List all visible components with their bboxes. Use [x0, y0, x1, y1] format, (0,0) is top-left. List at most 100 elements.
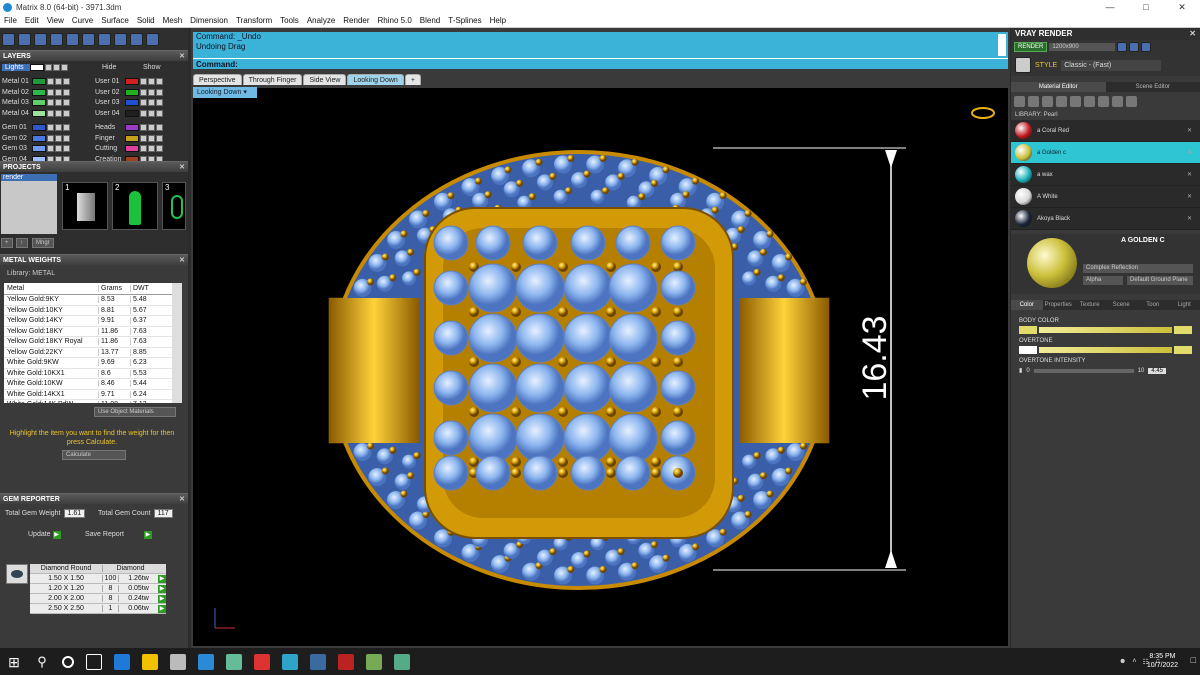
chevron-up-icon[interactable]: ˄ [1132, 658, 1136, 665]
render-button[interactable]: RENDER [1014, 42, 1048, 52]
layer-row[interactable]: Metal 03 [2, 98, 71, 107]
tab-looking-down[interactable]: Looking Down [347, 74, 404, 85]
layer-row[interactable]: Cutting [95, 144, 164, 153]
funnel-icon[interactable] [66, 32, 79, 46]
table-row[interactable]: 2.00 X 2.00 8 0.24tw ▶ [30, 594, 166, 604]
app-icon[interactable] [394, 653, 410, 670]
layer-color-swatch[interactable] [32, 99, 46, 106]
ground-plane-option[interactable]: Default Ground Plane [1127, 276, 1193, 285]
layer-row[interactable]: Metal 04 [2, 109, 71, 118]
menu-view[interactable]: View [43, 16, 68, 25]
play-icon[interactable]: ▶ [158, 574, 166, 583]
table-row[interactable]: White Gold:10KX1 8.6 5.53 [4, 369, 172, 379]
add-tab-button[interactable]: + [404, 74, 421, 85]
menu-dimension[interactable]: Dimension [186, 16, 232, 25]
menu-render[interactable]: Render [339, 16, 373, 25]
show-button[interactable]: Show [143, 63, 161, 72]
tab-color[interactable]: Color [1011, 300, 1043, 310]
visible-icon[interactable] [47, 124, 54, 131]
lock-icon[interactable] [55, 99, 62, 106]
select-icon[interactable] [156, 124, 163, 131]
render-icon[interactable] [114, 32, 127, 46]
menu-blend[interactable]: Blend [416, 16, 444, 25]
save-report-button[interactable]: Save Report ▶ [85, 531, 152, 539]
edge-icon[interactable] [114, 653, 130, 670]
table-row[interactable]: Yellow Gold:18KY Royal 11.86 7.63 [4, 337, 172, 348]
menu-transform[interactable]: Transform [232, 16, 276, 25]
menu-tsplines[interactable]: T-Splines [444, 16, 485, 25]
material-item[interactable]: a wax ✕ [1011, 164, 1200, 186]
lock-icon[interactable] [53, 64, 60, 71]
sphere-icon[interactable] [18, 32, 31, 46]
view-icon[interactable] [130, 32, 143, 46]
settings-icon[interactable] [1117, 42, 1128, 52]
table-row[interactable]: Yellow Gold:14KY 9.91 6.37 [4, 316, 172, 327]
notification-icon[interactable]: □ [1191, 655, 1196, 665]
col-grams[interactable]: Grams [98, 285, 130, 292]
select-icon[interactable] [63, 124, 70, 131]
select-icon[interactable] [63, 109, 70, 117]
cube-icon[interactable] [50, 32, 63, 46]
maximize-icon[interactable]: □ [1128, 0, 1164, 14]
body-color-track[interactable] [1039, 327, 1172, 333]
table-row[interactable]: 1.20 X 1.20 8 0.05tw ▶ [30, 584, 166, 594]
layer-color-swatch[interactable] [125, 78, 139, 85]
metal-table-scrollbar[interactable] [172, 283, 182, 403]
viewport[interactable]: 16.43 [193, 88, 1008, 646]
select-icon[interactable] [63, 78, 70, 85]
lock-icon[interactable] [55, 124, 62, 131]
minimize-icon[interactable]: — [1092, 0, 1128, 14]
visible-icon[interactable] [140, 78, 147, 85]
layer-row[interactable]: Gem 01 [2, 123, 71, 132]
intensity-value[interactable]: 4.45 [1148, 367, 1167, 374]
close-icon[interactable]: ✕ [1187, 171, 1192, 178]
layer-row[interactable]: User 01 [95, 77, 164, 86]
close-icon[interactable]: ✕ [1187, 149, 1192, 156]
clock[interactable]: 8:35 PM 10/7/2022 [1147, 652, 1178, 670]
project-list[interactable]: render [1, 174, 57, 234]
close-icon[interactable]: ✕ [1187, 215, 1192, 222]
lock-icon[interactable] [148, 134, 155, 142]
layer-color-swatch[interactable] [32, 109, 46, 117]
overtone-swatch[interactable] [1019, 346, 1037, 354]
overtone-swatch-2[interactable] [1174, 346, 1192, 354]
layer-color-swatch[interactable] [125, 145, 139, 152]
close-icon[interactable]: ✕ [1187, 193, 1192, 200]
body-color-slider[interactable] [1019, 326, 1192, 334]
table-row[interactable]: 1.50 X 1.50 100 1.26tw ▶ [30, 574, 166, 584]
project-thumb-3[interactable]: 3 [162, 182, 186, 230]
tab-toon[interactable]: Toon [1137, 300, 1169, 310]
visible-icon[interactable] [47, 78, 54, 85]
select-icon[interactable] [156, 145, 163, 152]
overtone-track[interactable] [1039, 347, 1172, 353]
tab-through-finger[interactable]: Through Finger [242, 74, 303, 85]
visible-icon[interactable] [140, 134, 147, 142]
visible-icon[interactable] [140, 109, 147, 117]
lock-icon[interactable] [148, 88, 155, 96]
table-row[interactable]: White Gold:14KX1 9.71 6.24 [4, 390, 172, 400]
table-row[interactable]: Yellow Gold:9KY 8.53 5.48 [4, 295, 172, 306]
project-item[interactable]: render [1, 174, 57, 181]
app-icon[interactable] [282, 653, 298, 670]
lights-swatch[interactable] [30, 64, 44, 71]
lights-row[interactable]: Lights [2, 63, 69, 72]
layer-color-swatch[interactable] [125, 134, 139, 142]
table-row[interactable]: 2.50 X 2.50 1 0.06tw ▶ [30, 604, 166, 614]
layer-row[interactable]: Heads [95, 123, 164, 132]
overtone-slider[interactable] [1019, 346, 1192, 354]
pattern-icon[interactable] [1084, 95, 1095, 107]
table-row[interactable]: White Gold:10KW 8.46 5.44 [4, 379, 172, 390]
lock-icon[interactable] [148, 124, 155, 131]
visible-icon[interactable] [140, 124, 147, 131]
lock-icon[interactable] [55, 109, 62, 117]
tab-material-editor[interactable]: Material Editor [1011, 82, 1106, 92]
layer-color-swatch[interactable] [125, 109, 139, 117]
lock-icon[interactable] [55, 145, 62, 152]
add-project-button[interactable]: + [1, 238, 13, 248]
gem-icon[interactable] [34, 32, 47, 46]
layer-row[interactable]: Metal 02 [2, 88, 71, 97]
visible-icon[interactable] [47, 99, 54, 106]
layer-color-swatch[interactable] [32, 78, 46, 85]
visible-icon[interactable] [47, 88, 54, 96]
table-row[interactable]: Yellow Gold:10KY 8.81 5.67 [4, 306, 172, 316]
